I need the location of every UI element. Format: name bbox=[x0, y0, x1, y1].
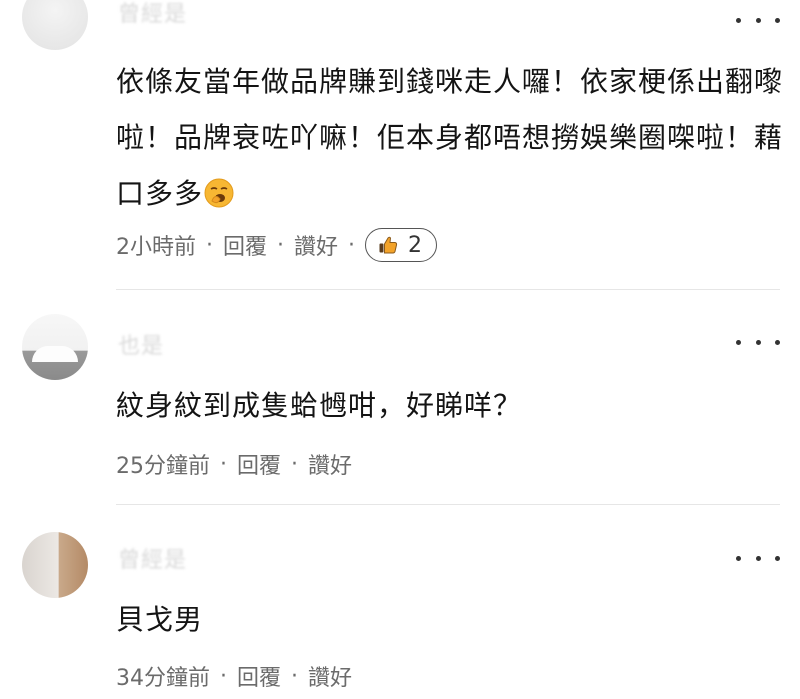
yawning-face-icon bbox=[204, 178, 234, 208]
dot-icon bbox=[775, 555, 780, 561]
comment-meta: 25分鐘前 · 回覆 · 讚好 bbox=[116, 448, 352, 480]
dot-icon bbox=[755, 339, 761, 345]
more-options-button[interactable] bbox=[736, 546, 780, 570]
avatar[interactable] bbox=[22, 314, 88, 380]
dot-icon bbox=[775, 339, 780, 345]
avatar[interactable] bbox=[22, 0, 88, 50]
comment-text: 貝戈男 bbox=[116, 603, 204, 636]
like-link[interactable]: 讚好 bbox=[308, 660, 352, 692]
like-link[interactable]: 讚好 bbox=[294, 229, 338, 261]
separator: · bbox=[291, 663, 299, 689]
comment-item: 曾經是 貝戈男 34分鐘前 · 回覆 · 讚好 bbox=[0, 532, 800, 699]
username[interactable]: 曾經是 bbox=[118, 0, 187, 28]
dot-icon bbox=[775, 17, 780, 23]
separator: · bbox=[206, 232, 213, 258]
dot-icon bbox=[755, 17, 761, 23]
divider bbox=[116, 289, 780, 290]
dot-icon bbox=[736, 555, 741, 561]
separator: · bbox=[220, 663, 227, 689]
separator: · bbox=[277, 232, 285, 258]
thumbs-up-icon bbox=[379, 236, 398, 254]
username[interactable]: 曾經是 bbox=[118, 542, 187, 574]
more-options-button[interactable] bbox=[736, 8, 780, 32]
comment-item: 曾經是 依條友當年做品牌賺到錢咪走人囉！依家梗係出翻嚟啦！品牌衰咗吖嘛！佢本身都… bbox=[0, 0, 800, 290]
separator: · bbox=[291, 451, 299, 477]
timestamp: 2小時前 bbox=[116, 235, 196, 260]
timestamp: 25分鐘前 bbox=[116, 454, 210, 479]
comment-meta: 34分鐘前 · 回覆 · 讚好 bbox=[116, 660, 352, 692]
divider bbox=[116, 504, 780, 505]
separator: · bbox=[348, 232, 356, 258]
dot-icon bbox=[736, 339, 741, 345]
comment-item: 也是 紋身紋到成隻蛤乸咁，好睇咩？ 25分鐘前 · 回覆 · 讚好 bbox=[0, 314, 800, 505]
avatar[interactable] bbox=[22, 532, 88, 598]
comment-text: 依條友當年做品牌賺到錢咪走人囉！依家梗係出翻嚟啦！品牌衰咗吖嘛！佢本身都唔想撈娛… bbox=[116, 54, 786, 222]
username[interactable]: 也是 bbox=[118, 328, 164, 360]
separator: · bbox=[220, 451, 227, 477]
like-count: 2 bbox=[408, 232, 423, 258]
reply-link[interactable]: 回覆 bbox=[237, 660, 281, 692]
reply-link[interactable]: 回覆 bbox=[223, 229, 267, 261]
dot-icon bbox=[736, 17, 741, 23]
comment-meta: 2小時前 · 回覆 · 讚好 · 2 bbox=[116, 228, 438, 262]
reply-link[interactable]: 回覆 bbox=[237, 448, 281, 480]
like-count-badge[interactable]: 2 bbox=[365, 228, 438, 262]
dot-icon bbox=[755, 555, 761, 561]
timestamp: 34分鐘前 bbox=[116, 666, 210, 691]
like-link[interactable]: 讚好 bbox=[308, 448, 352, 480]
comment-text: 紋身紋到成隻蛤乸咁，好睇咩？ bbox=[116, 389, 523, 422]
more-options-button[interactable] bbox=[736, 330, 780, 354]
